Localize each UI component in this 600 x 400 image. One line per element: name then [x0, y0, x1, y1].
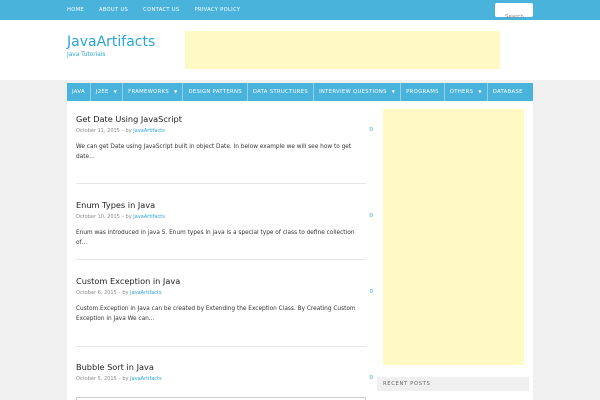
- post-divider: [76, 346, 366, 347]
- post-divider: [76, 183, 366, 184]
- post-excerpt: Custom Exception in Java can be created …: [76, 306, 356, 322]
- post-excerpt: Enum was introduced in java 5. Enum type…: [76, 230, 355, 246]
- main-nav: JAVA J2EE ▼ FRAMEWORKS ▼ DESIGN PATTERNS D…: [67, 83, 533, 101]
- nav-item-database[interactable]: DATABASE: [488, 83, 528, 101]
- post-list: Get Date Using JavaScript October 11, 20…: [67, 101, 373, 400]
- sidebar-ad-banner: [383, 109, 524, 365]
- header-ad-banner: [185, 31, 500, 69]
- nav-item-java[interactable]: JAVA: [67, 83, 91, 101]
- nav-item-programs[interactable]: PROGRAMS: [401, 83, 445, 101]
- post-by-separator: – by: [116, 376, 131, 382]
- post-item: Get Date Using JavaScript October 11, 20…: [76, 114, 373, 162]
- nav-item-label: INTERVIEW QUESTIONS: [319, 89, 387, 95]
- post-excerpt: We can get Date using JavaScript built i…: [76, 144, 352, 160]
- nav-item-data-structures[interactable]: DATA STRUCTURES: [248, 83, 315, 101]
- post-item: Custom Exception in Java October 6, 2015…: [76, 276, 373, 324]
- caret-down-icon: ▼: [478, 89, 482, 94]
- nav-item-label: OTHERS: [449, 89, 474, 95]
- post-title[interactable]: Get Date Using JavaScript: [76, 114, 366, 124]
- site-header: JavaArtifacts Java Tutorials: [0, 20, 600, 80]
- post-author-link[interactable]: JavaArtifacts: [133, 214, 165, 220]
- nav-item-label: DESIGN PATTERNS: [188, 89, 242, 95]
- post-date: October 5, 2015: [76, 376, 117, 382]
- post-by-separator: – by: [119, 128, 134, 134]
- post-author-link[interactable]: JavaArtifacts: [130, 376, 162, 382]
- post-meta: October 6, 2015 – by JavaArtifacts 0: [76, 289, 373, 296]
- nav-item-label: FRAMEWORKS: [128, 89, 170, 95]
- site-description: Java Tutorials: [67, 52, 106, 58]
- recent-posts-heading: RECENT POSTS: [377, 377, 529, 391]
- sidebar: RECENT POSTS: [373, 101, 533, 400]
- nav-item-interview-questions[interactable]: INTERVIEW QUESTIONS ▼: [314, 83, 402, 101]
- caret-down-icon: ▼: [391, 89, 396, 94]
- nav-item-label: J2EE: [95, 89, 109, 95]
- post-by-separator: – by: [116, 290, 131, 296]
- top-bar: HOME ABOUT US CONTACT US PRIVACY POLICY: [0, 0, 600, 24]
- caret-down-icon: ▼: [174, 89, 178, 94]
- top-nav-privacy-policy[interactable]: PRIVACY POLICY: [195, 0, 241, 20]
- top-nav-home[interactable]: HOME: [67, 0, 84, 20]
- post-date: October 11, 2015: [76, 128, 120, 134]
- post-meta: October 11, 2015 – by JavaArtifacts 0: [76, 127, 373, 134]
- nav-item-label: DATABASE: [492, 89, 523, 95]
- post-title[interactable]: Enum Types in Java: [76, 200, 366, 210]
- search-box: [495, 3, 533, 24]
- post-title[interactable]: Bubble Sort in Java: [76, 362, 366, 372]
- post-divider: [76, 259, 366, 260]
- post-author-link[interactable]: JavaArtifacts: [130, 290, 162, 296]
- nav-item-design-patterns[interactable]: DESIGN PATTERNS: [183, 83, 248, 101]
- top-nav-contact-us[interactable]: CONTACT US: [143, 0, 179, 20]
- post-item: Bubble Sort in Java October 5, 2015 – by…: [76, 362, 373, 382]
- post-date: October 10, 2015: [76, 214, 120, 220]
- nav-item-label: DATA STRUCTURES: [252, 89, 309, 95]
- top-nav: HOME ABOUT US CONTACT US PRIVACY POLICY: [67, 0, 255, 20]
- post-item: Enum Types in Java October 10, 2015 – by…: [76, 200, 373, 248]
- nav-item-label: PROGRAMS: [406, 89, 439, 95]
- post-title[interactable]: Custom Exception in Java: [76, 276, 366, 286]
- nav-item-frameworks[interactable]: FRAMEWORKS ▼: [123, 83, 184, 101]
- post-meta: October 10, 2015 – by JavaArtifacts 0: [76, 213, 373, 220]
- site-title[interactable]: JavaArtifacts: [67, 34, 155, 50]
- nav-item-j2ee[interactable]: J2EE ▼: [91, 83, 124, 101]
- post-author-link[interactable]: JavaArtifacts: [133, 128, 165, 134]
- post-date: October 6, 2015: [76, 290, 117, 296]
- post-by-separator: – by: [119, 214, 134, 220]
- top-nav-about-us[interactable]: ABOUT US: [99, 0, 128, 20]
- post-meta: October 5, 2015 – by JavaArtifacts 0: [76, 375, 373, 382]
- nav-item-label: JAVA: [72, 89, 85, 95]
- nav-item-others[interactable]: OTHERS ▼: [445, 83, 488, 101]
- caret-down-icon: ▼: [113, 89, 118, 94]
